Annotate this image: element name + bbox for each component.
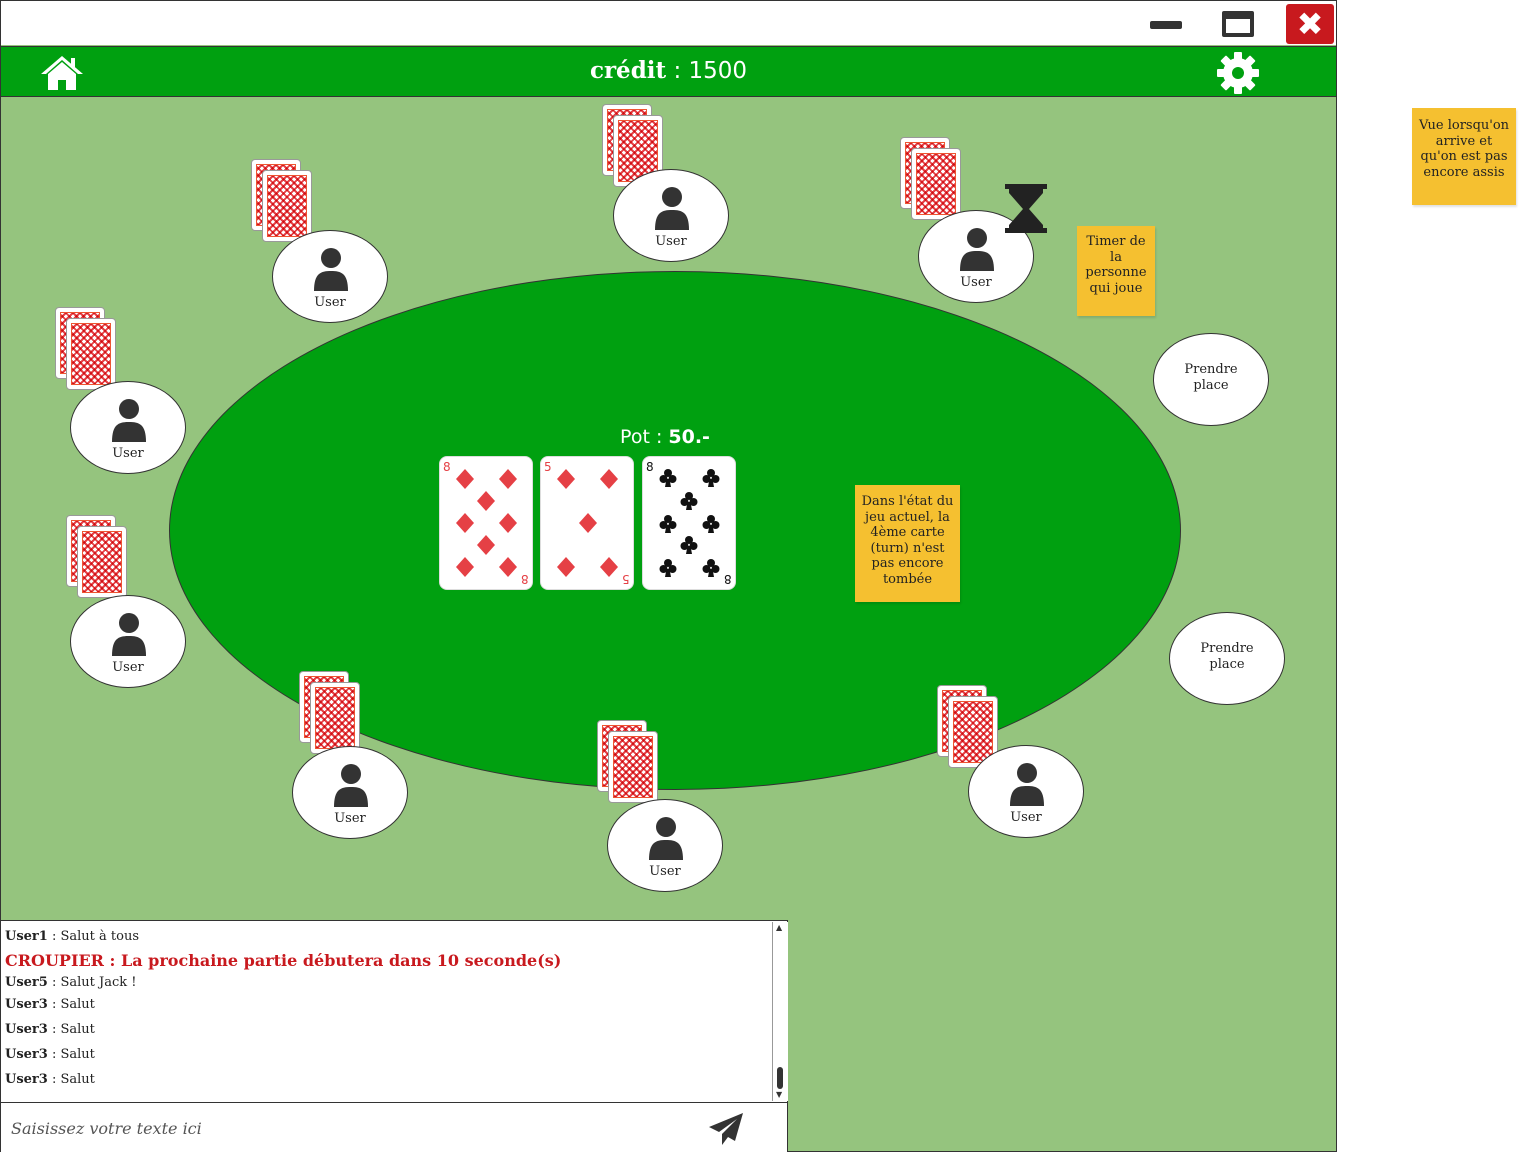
- user-icon: [960, 228, 994, 271]
- take-seat-label: Prendre place: [1200, 641, 1254, 672]
- maximize-button[interactable]: [1222, 11, 1254, 37]
- card-back: [262, 170, 312, 242]
- chat-message: User3 : Salut: [5, 997, 95, 1012]
- club-suit-icon: [659, 469, 720, 577]
- credit-display: crédit : 1500: [1, 57, 1336, 84]
- user-icon: [112, 613, 146, 656]
- community-card-3: 8 8: [642, 456, 736, 590]
- take-seat-button-1[interactable]: Prendre place: [1153, 333, 1269, 426]
- message-user: User5: [5, 975, 48, 990]
- card-rank: 8: [521, 572, 529, 586]
- chat-message: User3 : Salut: [5, 1047, 95, 1062]
- credit-value: 1500: [688, 58, 748, 84]
- message-text: : Salut: [47, 997, 95, 1012]
- seat-label: User: [1010, 810, 1042, 825]
- user-icon: [112, 399, 146, 442]
- card-rank: 8: [724, 572, 732, 586]
- pot-label: Pot :: [620, 426, 669, 448]
- scroll-down-icon[interactable]: ▼: [776, 1090, 782, 1099]
- card-rank: 5: [622, 572, 630, 586]
- user-icon: [334, 764, 368, 807]
- message-text: : Salut: [47, 1022, 95, 1037]
- message-user: User3: [5, 997, 48, 1012]
- minimize-button[interactable]: [1150, 21, 1182, 29]
- message-user: User1: [5, 929, 48, 944]
- title-bar: [1, 1, 1336, 45]
- pot-value: 50.-: [668, 426, 710, 448]
- chat-message: User3 : Salut: [5, 1072, 95, 1087]
- turn-note: Dans l'état du jeu actuel, la 4ème carte…: [855, 485, 960, 602]
- chat-message: User5 : Salut Jack !: [5, 975, 137, 990]
- user-icon: [655, 187, 689, 230]
- card-back: [310, 682, 360, 754]
- seat-label: User: [314, 295, 346, 310]
- message-user: User3: [5, 1022, 48, 1037]
- pot-display: Pot : 50.-: [600, 426, 730, 448]
- message-text: : Salut: [47, 1072, 95, 1087]
- close-button[interactable]: ✖: [1286, 4, 1334, 44]
- scroll-up-icon[interactable]: ▲: [776, 923, 782, 932]
- send-icon[interactable]: [707, 1111, 745, 1151]
- message-text: : Salut Jack !: [47, 975, 137, 990]
- seat-8: User: [968, 745, 1084, 838]
- seat-label: User: [655, 234, 687, 249]
- chat-panel: User1 : Salut à tous CROUPIER : La proch…: [1, 920, 788, 1102]
- timer-note: Timer de la personne qui joue: [1077, 226, 1155, 316]
- credit-label: crédit: [589, 57, 667, 84]
- card-rank: 8: [443, 460, 451, 474]
- seat-2: User: [613, 169, 729, 262]
- chat-message: User1 : Salut à tous: [5, 929, 139, 944]
- message-text: : Salut à tous: [47, 929, 139, 944]
- view-note: Vue lorsqu'on arrive et qu'on est pas en…: [1412, 108, 1516, 205]
- card-back: [911, 148, 961, 220]
- message-user: User3: [5, 1047, 48, 1062]
- scroll-thumb[interactable]: [777, 1067, 783, 1089]
- card-back: [66, 318, 116, 390]
- card-back: [608, 731, 658, 803]
- hourglass-icon: [1004, 183, 1048, 239]
- credit-separator: :: [666, 58, 689, 84]
- header-bar: crédit : 1500: [1, 46, 1336, 97]
- community-card-2: 5 5: [540, 456, 634, 590]
- card-back: [77, 526, 127, 598]
- card-rank: 8: [646, 460, 654, 474]
- seat-1: User: [272, 230, 388, 323]
- gear-icon[interactable]: [1215, 50, 1261, 100]
- seat-label: User: [112, 660, 144, 675]
- chat-input-bar: [1, 1102, 788, 1152]
- card-rank: 5: [544, 460, 552, 474]
- seat-label: User: [334, 811, 366, 826]
- chat-scrollbar[interactable]: ▲ ▼: [772, 922, 788, 1101]
- seat-5: User: [70, 595, 186, 688]
- message-text: : Salut: [47, 1047, 95, 1062]
- seat-label: User: [112, 446, 144, 461]
- chat-message: User3 : Salut: [5, 1022, 95, 1037]
- seat-7: User: [607, 799, 723, 892]
- seat-label: User: [649, 864, 681, 879]
- seat-4: User: [70, 381, 186, 474]
- message-user: User3: [5, 1072, 48, 1087]
- croupier-message: CROUPIER : La prochaine partie débutera …: [5, 951, 562, 970]
- take-seat-button-2[interactable]: Prendre place: [1169, 612, 1285, 705]
- take-seat-label: Prendre place: [1184, 362, 1238, 393]
- user-icon: [314, 248, 348, 291]
- user-icon: [649, 817, 683, 860]
- user-icon: [1010, 763, 1044, 806]
- diamond-suit-icon: [456, 469, 517, 577]
- seat-6: User: [292, 746, 408, 839]
- seat-label: User: [960, 275, 992, 290]
- chat-input[interactable]: [9, 1113, 693, 1143]
- diamond-suit-icon: [557, 469, 618, 577]
- community-card-1: 8 8: [439, 456, 533, 590]
